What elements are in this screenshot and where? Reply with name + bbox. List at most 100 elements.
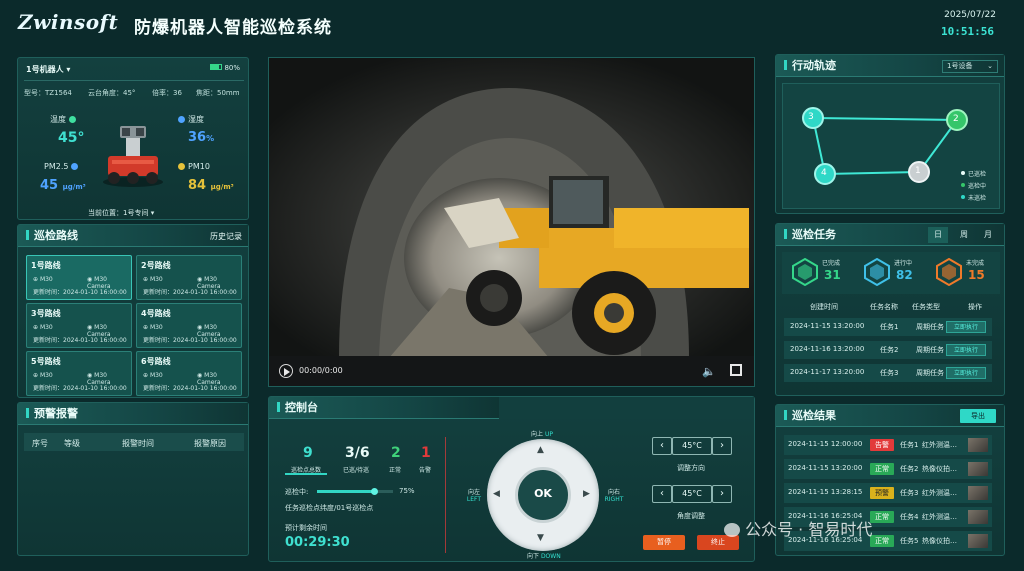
result-status-badge: 告警 [870, 439, 894, 451]
chevron-down-icon: ⌄ [987, 62, 993, 70]
result-desc: 红外测温… [922, 489, 957, 497]
device-select[interactable]: 1号设备 ⌄ [942, 60, 998, 73]
completed-label: 已完成 [822, 260, 841, 267]
route-card[interactable]: 2号路线 ⊕ M30 ◉ M30 Camera 更新时间：2024-01-10 16:… [136, 255, 242, 300]
route-update-time: 更新时间：2024-01-10 16:00:00 [143, 337, 237, 344]
in-progress-label: 进行中 [894, 260, 913, 267]
route-name: 6号路线 [141, 357, 171, 366]
execute-now-button[interactable]: 立即执行 [946, 321, 986, 333]
robot-selector[interactable]: 1号机器人 ▾ [26, 64, 70, 75]
route-card[interactable]: 4号路线 ⊕ M30 ◉ M30 Camera 更新时间：2024-01-10 16:… [136, 303, 242, 348]
result-task: 任务1 [900, 441, 919, 449]
pad-down-icon[interactable]: ▼ [537, 533, 544, 543]
direction-decrease-button[interactable]: ‹ [652, 437, 672, 455]
progress-label: 巡检中: [285, 488, 309, 496]
result-time: 2024-11-15 13:28:15 [788, 488, 863, 496]
pad-left-icon[interactable]: ◀ [493, 489, 500, 499]
completed-value: 31 [824, 268, 841, 282]
pad-up-label: 向上 UP [531, 431, 553, 438]
result-thumbnail[interactable] [968, 486, 988, 500]
route-device: ⊕ M30 [33, 276, 53, 283]
direction-increase-button[interactable]: › [712, 437, 732, 455]
task-type: 周期任务 [916, 369, 944, 377]
track-map: 3 2 4 1 已巡检 巡检中 未巡检 [782, 83, 1000, 209]
result-row: 2024-11-15 12:00:00 告警 任务1 红外测温… [784, 435, 992, 455]
stat-done-pending: 3/6 [345, 445, 370, 461]
result-status-badge: 正常 [870, 511, 894, 523]
drone-icon: ⊕ [33, 276, 40, 283]
execute-now-button[interactable]: 立即执行 [946, 344, 986, 356]
direction-label: 调整方向 [677, 464, 705, 472]
track-node-4-label: 4 [821, 168, 827, 178]
robot-pan-angle: 云台角度：45° [88, 89, 136, 97]
task-created: 2024-11-16 13:20:00 [790, 345, 865, 353]
humidity-value: 36% [188, 130, 215, 145]
incomplete-value: 15 [968, 268, 985, 282]
console-divider [445, 437, 446, 553]
video-player[interactable]: 00:00/0:00 🔈 [268, 57, 755, 387]
pad-left-label: 向左 LEFT [466, 489, 482, 503]
tunnel-video-frame [269, 58, 754, 358]
pause-button[interactable]: 暂停 [643, 535, 685, 550]
result-thumbnail[interactable] [968, 438, 988, 452]
col-index: 序号 [32, 439, 48, 448]
route-card[interactable]: 5号路线 ⊕ M30 ◉ M30 Camera 更新时间：2024-01-10 16:… [26, 351, 132, 396]
route-card[interactable]: 3号路线 ⊕ M30 ◉ M30 Camera 更新时间：2024-01-10 16:… [26, 303, 132, 348]
drone-icon: ⊕ [33, 372, 40, 379]
route-update-time: 更新时间：2024-01-10 16:00:00 [33, 385, 127, 392]
video-controls-bar: 00:00/0:00 🔈 [269, 356, 754, 386]
temp-value: 45° [58, 130, 85, 146]
result-status-badge: 正常 [870, 535, 894, 547]
humidity-indicator-icon [178, 116, 185, 123]
track-panel: 行动轨迹 1号设备 ⌄ 3 2 4 1 已巡检 巡检中 未巡检 [775, 54, 1005, 214]
volume-icon[interactable]: 🔈 [702, 365, 716, 378]
legend-in-progress: 巡检中 [968, 183, 987, 190]
watermark: 公众号 · 智易时代 [724, 516, 872, 540]
humidity-label: 湿度 [178, 114, 204, 125]
tasks-panel: 巡检任务 日 周 月 已完成 31 进行中 82 未完成 15 创建时间 任务名… [775, 223, 1005, 396]
route-name: 1号路线 [31, 261, 61, 270]
angle-decrease-button[interactable]: ‹ [652, 485, 672, 503]
stat-alarm-label: 告警 [419, 467, 432, 474]
route-update-time: 更新时间：2024-01-10 16:00:00 [33, 289, 127, 296]
task-type: 周期任务 [916, 323, 944, 331]
tab-day[interactable]: 日 [928, 227, 948, 243]
pad-right-icon[interactable]: ▶ [583, 489, 590, 499]
execute-now-button[interactable]: 立即执行 [946, 367, 986, 379]
tab-month[interactable]: 月 [978, 227, 998, 243]
task-created: 2024-11-15 13:20:00 [790, 322, 865, 330]
col-alarm-reason: 报警原因 [194, 439, 226, 448]
tab-week[interactable]: 周 [954, 227, 974, 243]
stat-done-pending-label: 已巡/待巡 [343, 467, 370, 474]
ok-button[interactable]: OK [515, 467, 571, 523]
col-task-type: 任务类型 [912, 303, 940, 311]
pm25-indicator-icon [71, 163, 79, 170]
result-desc: 热像仪拍… [922, 465, 957, 473]
alarms-table-header: 序号 等级 报警时间 报警原因 [24, 433, 244, 451]
export-button[interactable]: 导出 [960, 409, 996, 423]
history-link[interactable]: 历史记录 [210, 231, 242, 242]
result-thumbnail[interactable] [968, 462, 988, 476]
track-node-3-label: 3 [808, 112, 814, 122]
pm10-label: PM10 [178, 162, 210, 171]
remaining-time: 00:29:30 [285, 535, 350, 550]
robot-location[interactable]: 当前位置：1号专间 ▾ [88, 208, 154, 218]
console-title: 控制台 [269, 397, 499, 419]
task-row: 2024-11-15 13:20:00 任务1 周期任务 立即执行 [784, 318, 992, 336]
track-node-2-label: 2 [953, 114, 959, 124]
pad-up-icon[interactable]: ▲ [537, 445, 544, 455]
pm10-value: 84 μg/m³ [188, 178, 234, 193]
pad-right-label: 向右 RIGHT [604, 489, 624, 503]
incomplete-icon [936, 257, 962, 287]
fullscreen-icon[interactable] [730, 364, 742, 376]
result-thumbnail[interactable] [968, 534, 988, 548]
angle-value: 45°C [672, 485, 712, 503]
remaining-label: 预计剩余时间 [285, 524, 327, 532]
angle-increase-button[interactable]: › [712, 485, 732, 503]
route-card[interactable]: 6号路线 ⊕ M30 ◉ M30 Camera 更新时间：2024-01-10 16:… [136, 351, 242, 396]
route-card[interactable]: 1号路线 ⊕ M30 ◉ M30 Camera 更新时间：2024-01-10 16:… [26, 255, 132, 300]
play-icon[interactable] [279, 364, 293, 378]
in-progress-icon [864, 257, 890, 287]
stat-total-highlight [285, 441, 327, 475]
result-thumbnail[interactable] [968, 510, 988, 524]
